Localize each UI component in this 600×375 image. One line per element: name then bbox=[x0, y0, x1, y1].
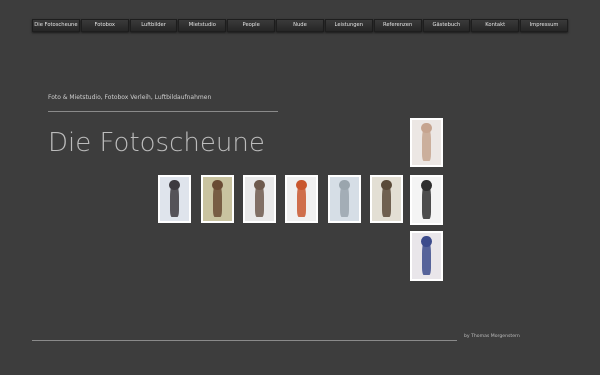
nav-impressum[interactable]: Impressum bbox=[520, 19, 568, 32]
nav-people[interactable]: People bbox=[227, 19, 276, 32]
nav-nude[interactable]: Nude bbox=[276, 19, 324, 32]
nav-die-fotoscheune[interactable]: Die Fotoscheune bbox=[32, 19, 80, 32]
photo-figure-head bbox=[169, 179, 180, 191]
footer-divider bbox=[32, 340, 457, 341]
nav-gaestebuch[interactable]: Gästebuch bbox=[422, 19, 471, 32]
photo-figure-head bbox=[421, 122, 432, 134]
photo-thumbnail-3[interactable] bbox=[243, 175, 276, 223]
photo-thumbnail-6[interactable] bbox=[370, 175, 403, 223]
site-title: Die Fotoscheune bbox=[48, 128, 265, 158]
photo-thumbnail-4[interactable] bbox=[285, 175, 318, 223]
tagline-divider bbox=[48, 111, 278, 112]
photo-figure-head bbox=[254, 179, 265, 191]
main-navigation: Die Fotoscheune Fotobox Luftbilder Miets… bbox=[32, 19, 568, 32]
photo-thumbnail-top-right[interactable] bbox=[410, 118, 443, 167]
photo-figure-head bbox=[421, 235, 432, 247]
footer-credit: by Thomas Morgenstern bbox=[464, 334, 520, 339]
photo-thumbnail-5[interactable] bbox=[328, 175, 361, 223]
photo-thumbnail-bottom-right[interactable] bbox=[410, 231, 443, 281]
photo-figure-head bbox=[421, 179, 432, 191]
photo-thumbnail-2[interactable] bbox=[201, 175, 234, 223]
nav-referenzen[interactable]: Referenzen bbox=[373, 19, 422, 32]
nav-fotobox[interactable]: Fotobox bbox=[80, 19, 129, 32]
nav-leistungen[interactable]: Leistungen bbox=[324, 19, 373, 32]
photo-figure-head bbox=[296, 179, 307, 191]
photo-thumbnail-1[interactable] bbox=[158, 175, 191, 223]
photo-figure-head bbox=[339, 179, 350, 191]
site-tagline: Foto & Mietstudio, Fotobox Verleih, Luft… bbox=[48, 94, 212, 101]
photo-figure-head bbox=[381, 179, 392, 191]
nav-luftbilder[interactable]: Luftbilder bbox=[129, 19, 178, 32]
photo-figure-head bbox=[212, 179, 223, 191]
photo-thumbnail-7[interactable] bbox=[410, 175, 443, 225]
nav-kontakt[interactable]: Kontakt bbox=[471, 19, 520, 32]
nav-mietstudio[interactable]: Mietstudio bbox=[178, 19, 227, 32]
